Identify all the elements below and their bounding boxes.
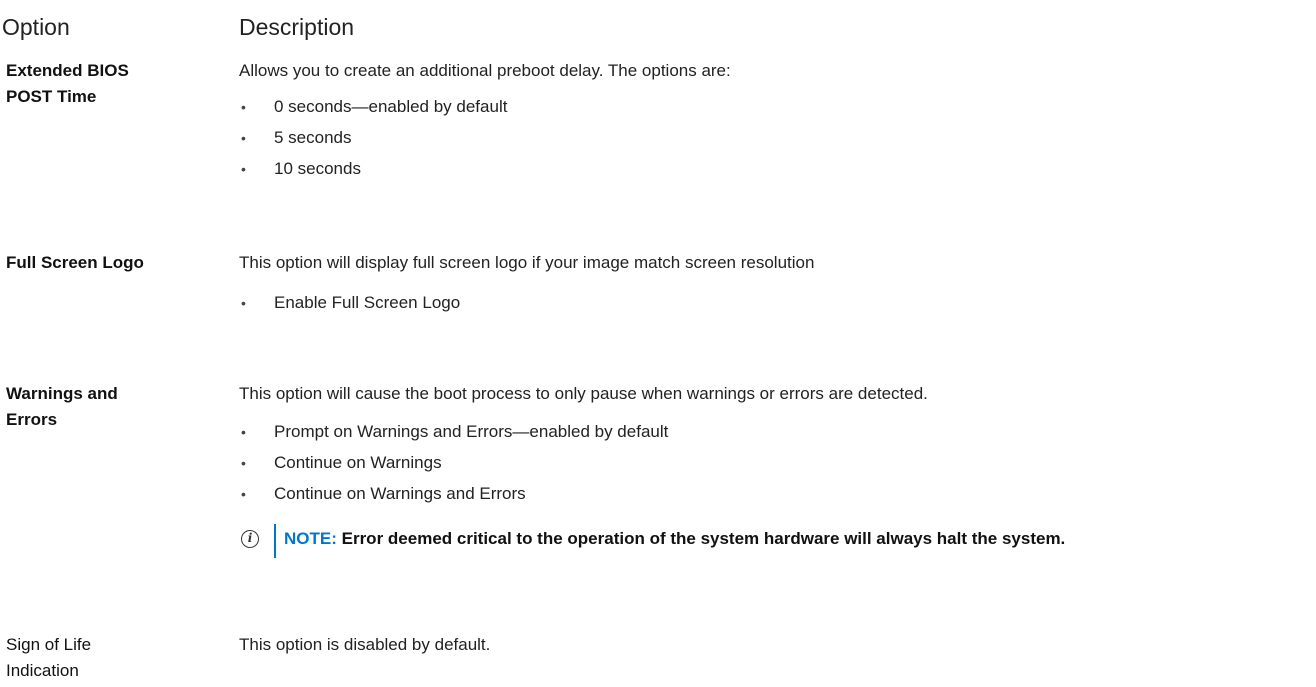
note-text: NOTE: Error deemed critical to the opera… — [284, 526, 1065, 552]
option-description: Allows you to create an additional prebo… — [239, 58, 1309, 187]
list-item: • Continue on Warnings — [239, 450, 1309, 481]
list-item: • 0 seconds—enabled by default — [239, 94, 1309, 125]
option-description: This option is disabled by default. — [239, 632, 1309, 658]
table-row: Warnings and Errors This option will cau… — [0, 381, 1316, 601]
info-icon: i — [241, 530, 259, 548]
note-label: NOTE: — [284, 529, 337, 548]
bullet-icon: • — [241, 486, 246, 502]
list-item-text: Continue on Warnings and Errors — [274, 484, 526, 503]
note-callout: i NOTE: Error deemed critical to the ope… — [239, 524, 1309, 564]
bullet-icon: • — [241, 130, 246, 146]
description-text: This option will display full screen log… — [239, 253, 815, 272]
option-name-line: Sign of Life — [6, 635, 92, 654]
option-name-line: POST Time — [6, 87, 97, 106]
header-description: Description — [239, 14, 355, 40]
list-item: • Enable Full Screen Logo — [239, 290, 1309, 321]
note-body: Error deemed critical to the operation o… — [336, 529, 1066, 548]
option-name-line: Indication — [6, 661, 79, 680]
table-row: Extended BIOS POST Time Allows you to cr… — [0, 58, 1316, 218]
list-item-text: 5 seconds — [274, 128, 352, 147]
bullet-icon: • — [241, 295, 246, 311]
list-item-text: Continue on Warnings — [274, 453, 442, 472]
bullet-list: • Enable Full Screen Logo — [239, 290, 1309, 321]
list-item: • Prompt on Warnings and Errors—enabled b… — [239, 419, 1309, 450]
list-item-text: Enable Full Screen Logo — [274, 293, 461, 312]
list-item-text: Prompt on Warnings and Errors—enabled by… — [274, 422, 669, 441]
option-description: This option will cause the boot process … — [239, 381, 1309, 564]
list-item: • Continue on Warnings and Errors — [239, 481, 1309, 512]
option-name: Extended BIOS POST Time — [6, 58, 196, 110]
table-row: Full Screen Logo This option will displa… — [0, 250, 1316, 330]
option-name: Warnings and Errors — [6, 381, 196, 433]
list-item-text: 10 seconds — [274, 159, 361, 178]
bullet-icon: • — [241, 99, 246, 115]
bullet-icon: • — [241, 455, 246, 471]
list-item-text: 0 seconds—enabled by default — [274, 97, 508, 116]
document-page: Option Description Extended BIOS POST Ti… — [0, 0, 1316, 687]
option-name-line: Full Screen Logo — [6, 253, 144, 272]
option-name-line: Warnings and — [6, 384, 118, 403]
bullet-list: • 0 seconds—enabled by default • 5 seconds… — [239, 94, 1309, 187]
option-name-line: Errors — [6, 410, 58, 429]
bullet-icon: • — [241, 424, 246, 440]
option-name: Full Screen Logo — [6, 250, 196, 276]
description-text: Allows you to create an additional prebo… — [239, 61, 731, 80]
note-divider — [274, 524, 276, 558]
option-name: Sign of Life Indication — [6, 632, 196, 684]
list-item: • 5 seconds — [239, 125, 1309, 156]
description-text: This option is disabled by default. — [239, 635, 491, 654]
bullet-icon: • — [241, 161, 246, 177]
table-row: Sign of Life Indication This option is d… — [0, 632, 1316, 687]
header-option: Option — [2, 14, 70, 40]
bullet-list: • Prompt on Warnings and Errors—enabled b… — [239, 419, 1309, 512]
table-header: Option Description — [0, 10, 1316, 42]
option-description: This option will display full screen log… — [239, 250, 1309, 321]
description-text: This option will cause the boot process … — [239, 384, 928, 403]
option-name-line: Extended BIOS — [6, 61, 129, 80]
list-item: • 10 seconds — [239, 156, 1309, 187]
